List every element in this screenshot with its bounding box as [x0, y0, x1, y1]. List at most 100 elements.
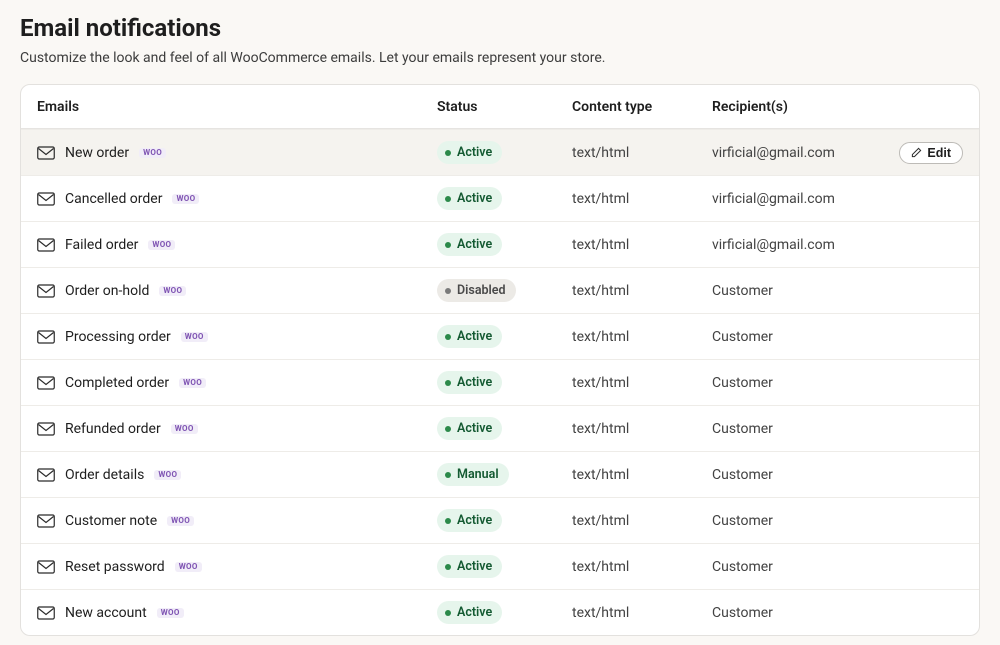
mail-icon — [37, 376, 55, 390]
table-row[interactable]: New accountWOOActivetext/htmlCustomer — [21, 589, 979, 635]
content-type-cell: text/html — [572, 191, 712, 207]
table-row[interactable]: Completed order WOO Active text/htmlCustome… — [21, 359, 979, 405]
mail-icon — [37, 330, 55, 344]
status-text: Manual — [457, 467, 499, 482]
table-row[interactable]: Cancelled orderWOOActivetext/htmlvirfici… — [21, 175, 979, 221]
status-dot-icon — [445, 472, 451, 478]
status-badge: Active — [437, 187, 502, 210]
status-badge: Active — [437, 325, 502, 348]
email-cell: Processing order WOO — [37, 329, 437, 345]
woo-tag: WOO — [179, 378, 206, 388]
recipient-cell: virficial@gmail.com — [712, 145, 883, 161]
table-row[interactable]: Order on-holdWOODisabledtext/htmlCustome… — [21, 267, 979, 313]
email-name: Processing order — [65, 329, 171, 345]
status-text: Active — [457, 421, 492, 436]
woo-tag: WOO — [181, 332, 208, 342]
status-dot-icon — [445, 150, 451, 156]
email-cell: Customer note WOO — [37, 513, 437, 529]
mail-icon — [37, 238, 55, 252]
status-dot-icon — [445, 426, 451, 432]
column-header-recipients: Recipient(s) — [712, 99, 883, 115]
status-badge: Active — [437, 555, 502, 578]
email-cell: Refunded order WOO — [37, 421, 437, 437]
content-type-cell: text/html — [572, 375, 712, 391]
status-text: Active — [457, 145, 492, 160]
woo-tag: WOO — [172, 194, 199, 204]
woo-tag: WOO — [175, 562, 202, 572]
page-subtitle: Customize the look and feel of all WooCo… — [20, 50, 980, 66]
status-badge: Active — [437, 509, 502, 532]
recipient-cell: Customer — [712, 329, 883, 345]
email-name: Failed order — [65, 237, 138, 253]
status-dot-icon — [445, 610, 451, 616]
edit-button-label: Edit — [927, 146, 951, 160]
status-cell: Active — [437, 509, 572, 532]
column-header-status: Status — [437, 99, 572, 115]
mail-icon — [37, 468, 55, 482]
recipient-cell: Customer — [712, 605, 883, 621]
recipient-cell: Customer — [712, 467, 883, 483]
status-badge: Disabled — [437, 279, 516, 302]
status-dot-icon — [445, 288, 451, 294]
status-cell: Manual — [437, 463, 572, 486]
mail-icon — [37, 422, 55, 436]
table-row[interactable]: Processing order WOO Active text/htmlCustom… — [21, 313, 979, 359]
email-cell: Completed order WOO — [37, 375, 437, 391]
table-row[interactable]: Order details WOO Manual text/htmlCustomer — [21, 451, 979, 497]
status-text: Active — [457, 237, 492, 252]
status-text: Active — [457, 513, 492, 528]
mail-icon — [37, 560, 55, 574]
content-type-cell: text/html — [572, 421, 712, 437]
email-name: Refunded order — [65, 421, 161, 437]
status-badge: Active — [437, 233, 502, 256]
woo-tag: WOO — [154, 470, 181, 480]
table-row[interactable]: Customer noteWOOActivetext/htmlCustomer — [21, 497, 979, 543]
status-dot-icon — [445, 242, 451, 248]
status-badge: Active — [437, 371, 502, 394]
content-type-cell: text/html — [572, 467, 712, 483]
email-name: Completed order — [65, 375, 169, 391]
table-row[interactable]: New orderWOO Active text/htmlvirficial@gma… — [21, 129, 979, 175]
status-text: Active — [457, 329, 492, 344]
table-row[interactable]: Failed orderWOOActivetext/htmlvirficial@… — [21, 221, 979, 267]
recipient-cell: Customer — [712, 283, 883, 299]
column-header-emails: Emails — [37, 99, 437, 115]
edit-button[interactable]: Edit — [899, 142, 963, 164]
woo-tag: WOO — [159, 286, 186, 296]
email-cell: Reset passwordWOO — [37, 559, 437, 575]
recipient-cell: Customer — [712, 375, 883, 391]
email-cell: Failed orderWOO — [37, 237, 437, 253]
email-name: New account — [65, 605, 147, 621]
status-text: Active — [457, 605, 492, 620]
mail-icon — [37, 284, 55, 298]
status-cell: Active — [437, 601, 572, 624]
pencil-icon — [911, 147, 922, 158]
status-cell: Active — [437, 417, 572, 440]
status-dot-icon — [445, 334, 451, 340]
content-type-cell: text/html — [572, 329, 712, 345]
table-row[interactable]: Refunded order WOO Active text/htmlCustomer — [21, 405, 979, 451]
status-cell: Active — [437, 325, 572, 348]
status-dot-icon — [445, 518, 451, 524]
email-cell: Order details WOO — [37, 467, 437, 483]
email-name: Order details — [65, 467, 144, 483]
recipient-cell: Customer — [712, 421, 883, 437]
content-type-cell: text/html — [572, 145, 712, 161]
woo-tag: WOO — [167, 516, 194, 526]
status-dot-icon — [445, 196, 451, 202]
table-row[interactable]: Reset passwordWOOActivetext/htmlCustomer — [21, 543, 979, 589]
email-cell: New orderWOO — [37, 145, 437, 161]
status-cell: Active — [437, 141, 572, 164]
status-dot-icon — [445, 380, 451, 386]
mail-icon — [37, 606, 55, 620]
woo-tag: WOO — [157, 608, 184, 618]
status-cell: Active — [437, 371, 572, 394]
email-name: Customer note — [65, 513, 157, 529]
woo-tag: WOO — [171, 424, 198, 434]
column-header-content-type: Content type — [572, 99, 712, 115]
table-header: Emails Status Content type Recipient(s) — [21, 85, 979, 129]
email-name: Cancelled order — [65, 191, 162, 207]
content-type-cell: text/html — [572, 283, 712, 299]
status-badge: Active — [437, 601, 502, 624]
status-cell: Disabled — [437, 279, 572, 302]
